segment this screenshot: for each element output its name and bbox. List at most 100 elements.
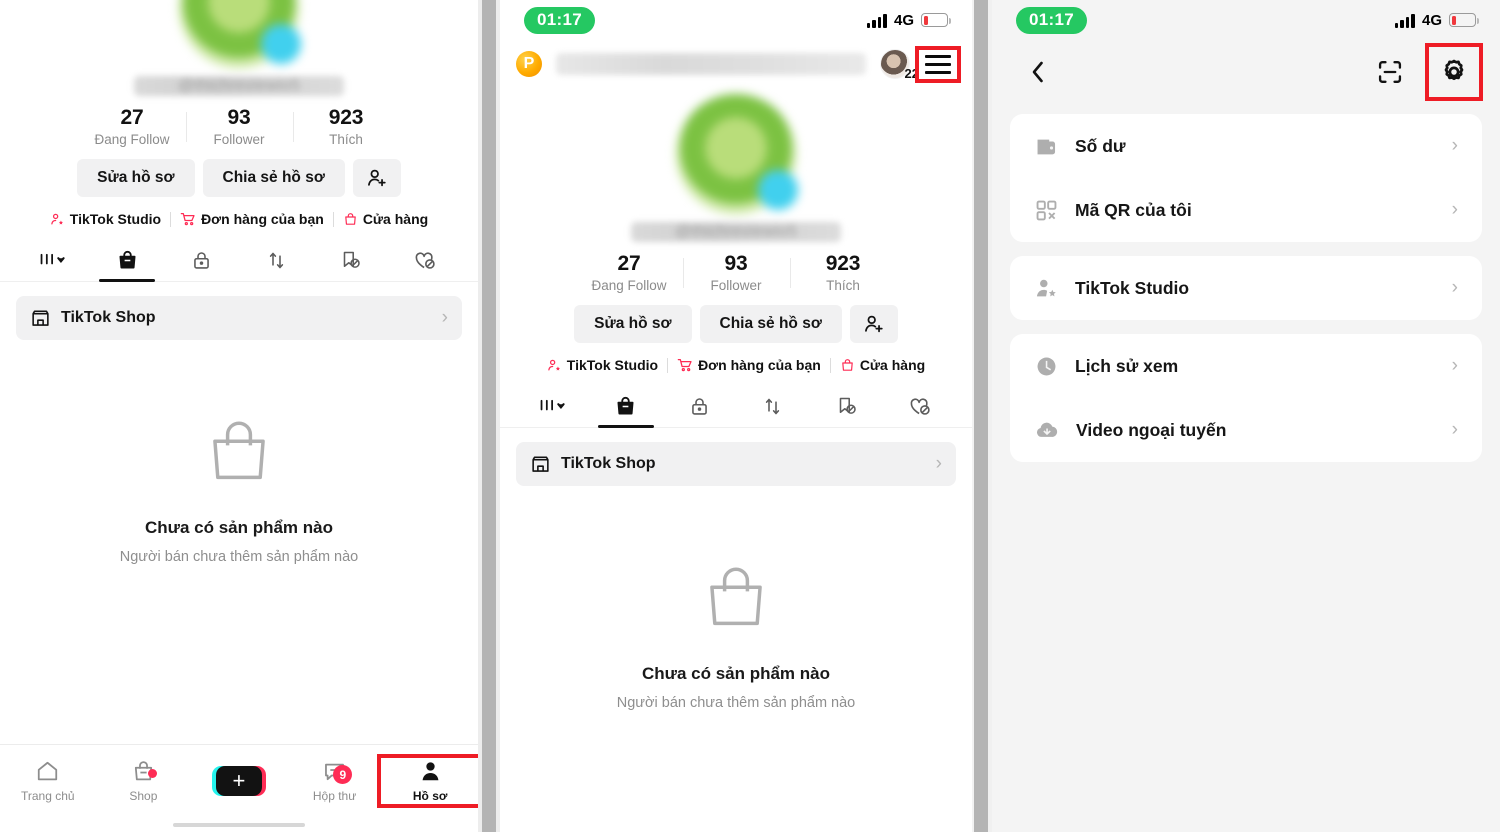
chevron-right-icon: › <box>935 453 942 475</box>
settings-gear-button[interactable] <box>1425 43 1483 101</box>
tiktok-shop-row[interactable]: TikTok Shop › <box>16 296 462 341</box>
stat-label: Đang Follow <box>94 132 170 148</box>
stat-likes[interactable]: 923 Thích <box>292 106 400 148</box>
profile-top-bar-right: 22 <box>880 45 961 83</box>
tab-shop[interactable] <box>589 385 662 427</box>
tab-liked[interactable] <box>883 385 956 427</box>
settings-group-wallet: Số dư › Mã QR của tôi › <box>1010 114 1482 242</box>
stat-following[interactable]: 27 Đang Follow <box>576 252 683 293</box>
settings-row-watch-history[interactable]: Lịch sử xem › <box>1010 334 1482 398</box>
stat-value: 923 <box>825 252 861 275</box>
heart-hidden-icon <box>910 398 930 415</box>
bookmark-hidden-icon <box>839 397 856 415</box>
profile-top-bar: P 22 <box>500 36 972 92</box>
tab-grid-dropdown[interactable] <box>16 239 90 281</box>
settings-row-offline-videos[interactable]: Video ngoại tuyến › <box>1010 398 1482 462</box>
tab-private[interactable] <box>165 239 239 281</box>
edit-profile-button[interactable]: Sửa hồ sơ <box>77 159 195 198</box>
settings-nav-bar <box>992 36 1500 114</box>
tab-grid-dropdown[interactable] <box>516 385 589 427</box>
quicklink-tiktok-studio[interactable]: TikTok Studio <box>547 357 658 373</box>
panel-profile-cropped: @thichreviewio5 27 Đang Follow 93 Follow… <box>0 0 478 832</box>
person-star-icon <box>548 359 560 371</box>
tiktok-shop-label: TikTok Shop <box>61 309 156 327</box>
quicklink-your-orders[interactable]: Đơn hàng của bạn <box>180 211 324 227</box>
bottom-nav-create[interactable]: + <box>191 766 287 796</box>
repost-icon <box>269 252 283 268</box>
tab-reposts[interactable] <box>736 385 809 427</box>
stat-value: 93 <box>227 106 251 129</box>
stat-following[interactable]: 27 Đang Follow <box>79 106 186 147</box>
panel-settings-menu: 01:17 4G Số dư › Mã QR của tôi › TikTok … <box>992 0 1500 832</box>
add-friend-button[interactable] <box>352 159 401 198</box>
bottom-nav-profile[interactable]: Hồ sơ <box>377 754 478 808</box>
back-chevron-icon <box>1032 61 1043 83</box>
friends-avatar-stack[interactable]: 22 <box>880 49 919 81</box>
quick-links: TikTok Studio Đơn hàng của bạn Cửa hàng <box>500 357 972 373</box>
settings-row-my-qr[interactable]: Mã QR của tôi › <box>1010 178 1482 242</box>
settings-row-balance[interactable]: Số dư › <box>1010 114 1482 178</box>
profile-tab-strip <box>0 239 478 283</box>
quick-links: TikTok Studio Đơn hàng của bạn Cửa hàng <box>0 211 478 227</box>
chevron-right-icon: › <box>1451 199 1458 220</box>
settings-row-tiktok-studio[interactable]: TikTok Studio › <box>1010 256 1482 320</box>
panel-divider <box>972 0 992 832</box>
edit-profile-button[interactable]: Sửa hồ sơ <box>574 305 692 344</box>
add-person-icon <box>367 169 386 187</box>
avatar[interactable] <box>676 94 798 214</box>
quicklink-label: TikTok Studio <box>69 211 162 228</box>
shopping-cart-icon <box>180 213 195 226</box>
tab-shop[interactable] <box>90 239 164 281</box>
person-star-grey-icon <box>1036 279 1056 296</box>
bottom-nav-shop[interactable]: Shop <box>96 759 192 803</box>
stat-value: 923 <box>328 106 364 129</box>
empty-state-subtitle: Người bán chưa thêm sản phẩm nào <box>119 549 359 566</box>
bottom-navigation: Trang chủ Shop + 9 Hộp thư Hồ sơ <box>0 744 478 832</box>
avatar-block: @thichreviewio5 <box>500 94 972 242</box>
quicklink-tiktok-studio[interactable]: TikTok Studio <box>50 211 161 227</box>
empty-state: Chưa có sản phẩm nào Người bán chưa thêm… <box>500 560 972 711</box>
status-bar: 01:17 4G <box>992 0 1500 36</box>
quicklink-store[interactable]: Cửa hàng <box>343 211 428 227</box>
back-button[interactable] <box>1014 48 1062 96</box>
settings-row-label: TikTok Studio <box>1075 277 1190 298</box>
chevron-right-icon: › <box>1451 135 1458 156</box>
profile-actions: Sửa hồ sơ Chia sẻ hồ sơ <box>0 159 478 198</box>
tab-saved[interactable] <box>313 239 387 281</box>
tab-reposts[interactable] <box>239 239 313 281</box>
shopping-bag-icon <box>119 250 136 269</box>
tab-liked[interactable] <box>388 239 462 281</box>
tiktok-shop-row[interactable]: TikTok Shop › <box>516 442 956 487</box>
empty-state-title: Chưa có sản phẩm nào <box>641 664 830 684</box>
network-label: 4G <box>1421 11 1442 29</box>
quicklink-store[interactable]: Cửa hàng <box>840 357 925 373</box>
divider <box>332 211 334 227</box>
bottom-nav-home[interactable]: Trang chủ <box>0 759 96 803</box>
tab-private[interactable] <box>663 385 736 427</box>
person-star-icon <box>51 213 63 225</box>
avatar[interactable] <box>179 0 301 68</box>
divider <box>667 357 669 373</box>
p-badge-icon[interactable]: P <box>516 51 542 77</box>
shopping-bag-outline-icon <box>710 567 762 626</box>
screenshot-stage: @thichreviewio5 27 Đang Follow 93 Follow… <box>0 0 1500 832</box>
quicklink-your-orders[interactable]: Đơn hàng của bạn <box>677 357 821 373</box>
quicklink-label: Cửa hàng <box>859 357 926 374</box>
stat-label: Thích <box>329 132 363 148</box>
share-profile-button[interactable]: Chia sẻ hồ sơ <box>202 159 345 198</box>
share-profile-button[interactable]: Chia sẻ hồ sơ <box>699 305 842 344</box>
hamburger-menu-icon[interactable] <box>915 45 961 83</box>
panel-divider <box>478 0 500 832</box>
tab-saved[interactable] <box>809 385 882 427</box>
heart-hidden-icon <box>415 252 436 269</box>
settings-row-label: Mã QR của tôi <box>1075 199 1192 220</box>
add-friend-button[interactable] <box>849 305 898 344</box>
qr-scan-button[interactable] <box>1366 48 1414 96</box>
lock-icon <box>194 251 210 269</box>
stat-likes[interactable]: 923 Thích <box>789 252 897 293</box>
plus-icon[interactable]: + <box>211 766 266 796</box>
tiktok-shop-label: TikTok Shop <box>561 455 656 473</box>
bottom-nav-inbox[interactable]: 9 Hộp thư <box>287 759 383 803</box>
stat-followers[interactable]: 93 Follower <box>185 106 293 147</box>
stat-followers[interactable]: 93 Follower <box>682 252 790 293</box>
